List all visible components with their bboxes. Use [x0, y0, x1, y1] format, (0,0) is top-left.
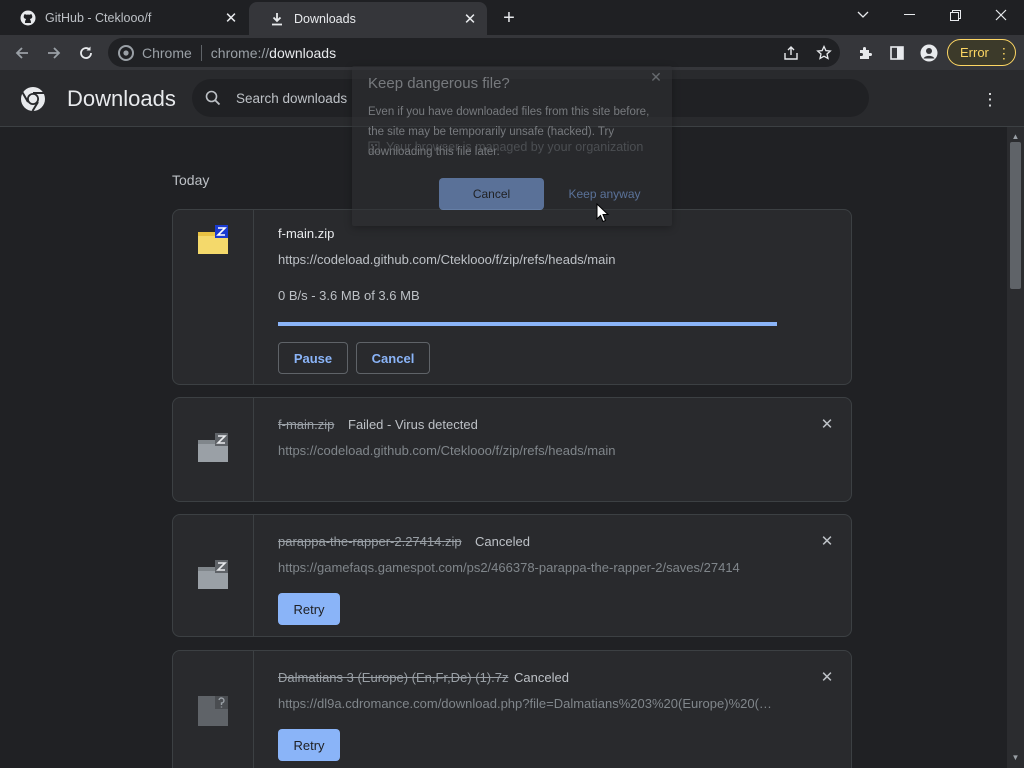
close-window-icon[interactable] [978, 0, 1024, 30]
minimize-icon[interactable] [886, 0, 932, 30]
tab-search-icon[interactable] [840, 0, 886, 30]
more-vert-icon: ⋮ [996, 44, 1011, 61]
extensions-icon[interactable] [854, 42, 876, 64]
managed-note-text: Your browser is managed by your organiza… [386, 140, 644, 154]
file-url[interactable]: https://codeload.github.com/Ctekl​ooo/f/… [278, 252, 615, 267]
remove-item-icon[interactable]: ✕ [817, 667, 837, 687]
scroll-up-icon[interactable]: ▲ [1010, 131, 1021, 141]
download-item: Dalmatians 3 (Europe) (En,Fr,De) (1).7z … [172, 650, 852, 768]
tab-title: Downloads [294, 11, 356, 26]
generic-file-icon [197, 695, 229, 727]
download-status: Canceled [514, 670, 569, 685]
tab-downloads[interactable]: Downloads ✕ [249, 2, 487, 35]
side-panel-icon[interactable] [886, 42, 908, 64]
remove-item-icon[interactable]: ✕ [817, 531, 837, 551]
divider [200, 44, 202, 61]
file-url[interactable]: https://dl9a.cdromance.com/download.php?… [278, 696, 778, 711]
share-icon[interactable] [782, 44, 800, 62]
scroll-down-icon[interactable]: ▼ [1010, 752, 1021, 762]
profile-icon[interactable] [918, 42, 940, 64]
download-status: Canceled [475, 534, 530, 549]
new-tab-icon[interactable]: + [497, 6, 521, 30]
chrome-logo-icon [20, 86, 46, 112]
zip-file-icon [197, 559, 229, 591]
scrollbar-thumb[interactable] [1010, 142, 1021, 289]
restore-icon[interactable] [932, 0, 978, 30]
tab-github[interactable]: GitHub - Ctekl​ooo/f ✕ [0, 0, 248, 35]
download-icon [269, 11, 285, 27]
building-icon [368, 141, 380, 153]
download-item: f-main.zip Failed - Virus detected https… [172, 397, 852, 502]
close-tab-icon[interactable]: ✕ [220, 7, 242, 29]
address-bar[interactable]: Chrome chrome://downloads [108, 38, 840, 67]
chrome-icon [118, 44, 134, 61]
error-label: Error [960, 45, 989, 60]
file-name[interactable]: f-main.zip [278, 226, 334, 241]
zip-file-icon [197, 224, 229, 256]
dialog-cancel-button[interactable]: Cancel [439, 178, 544, 210]
url-scheme: chrome:// [210, 44, 270, 61]
mouse-cursor-icon [596, 202, 610, 223]
download-status: Failed - Virus detected [348, 417, 478, 432]
reload-icon[interactable] [72, 39, 100, 67]
remove-item-icon[interactable]: ✕ [817, 414, 837, 434]
file-name: Dalmatians 3 (Europe) (En,Fr,De) (1).7z [278, 670, 509, 685]
security-chip[interactable]: Chrome [118, 44, 192, 61]
cancel-button[interactable]: Cancel [356, 342, 430, 374]
progress-status: 0 B/s - 3.6 MB of 3.6 MB [278, 288, 420, 303]
managed-note: Your browser is managed by your organiza… [368, 140, 643, 154]
download-item: parappa-the-rapper-2.27414.zip Canceled … [172, 514, 852, 637]
search-icon [204, 89, 222, 107]
close-tab-icon[interactable]: ✕ [459, 8, 481, 30]
keep-dangerous-file-dialog: Keep dangerous file? ✕ Even if you have … [352, 66, 672, 226]
github-icon [20, 10, 36, 26]
pause-button[interactable]: Pause [278, 342, 348, 374]
file-name: parappa-the-rapper-2.27414.zip [278, 534, 462, 549]
file-url[interactable]: https://codeload.github.com/Ctekl​ooo/f/… [278, 443, 615, 458]
zip-file-icon [197, 432, 229, 464]
url-host: downloads [269, 44, 337, 61]
progress-bar-fill [278, 322, 777, 326]
bookmark-star-icon[interactable] [815, 44, 833, 62]
download-item: f-main.zip https://codeload.github.com/C… [172, 209, 852, 385]
browser-toolbar: Chrome chrome://downloads Error ⋮ [0, 35, 1024, 70]
dialog-title: Keep dangerous file? [368, 75, 510, 92]
error-button[interactable]: Error ⋮ [947, 39, 1016, 66]
security-chip-label: Chrome [142, 44, 192, 61]
retry-button[interactable]: Retry [278, 729, 340, 761]
file-url[interactable]: https://gamefaqs.gamespot.com/ps2/466378… [278, 560, 740, 575]
file-name: f-main.zip [278, 417, 335, 432]
more-actions-icon[interactable]: ⋮ [978, 88, 1002, 112]
tab-strip: GitHub - Ctekl​ooo/f ✕ Downloads ✕ + [0, 0, 1024, 35]
page-title: Downloads [67, 86, 176, 111]
date-section-label: Today [172, 172, 210, 188]
back-icon[interactable] [8, 39, 36, 67]
retry-button[interactable]: Retry [278, 593, 340, 625]
tab-title: GitHub - Ctekl​ooo/f [45, 10, 152, 25]
forward-icon[interactable] [40, 39, 68, 67]
close-dialog-icon[interactable]: ✕ [645, 66, 667, 88]
progress-bar [278, 322, 777, 326]
